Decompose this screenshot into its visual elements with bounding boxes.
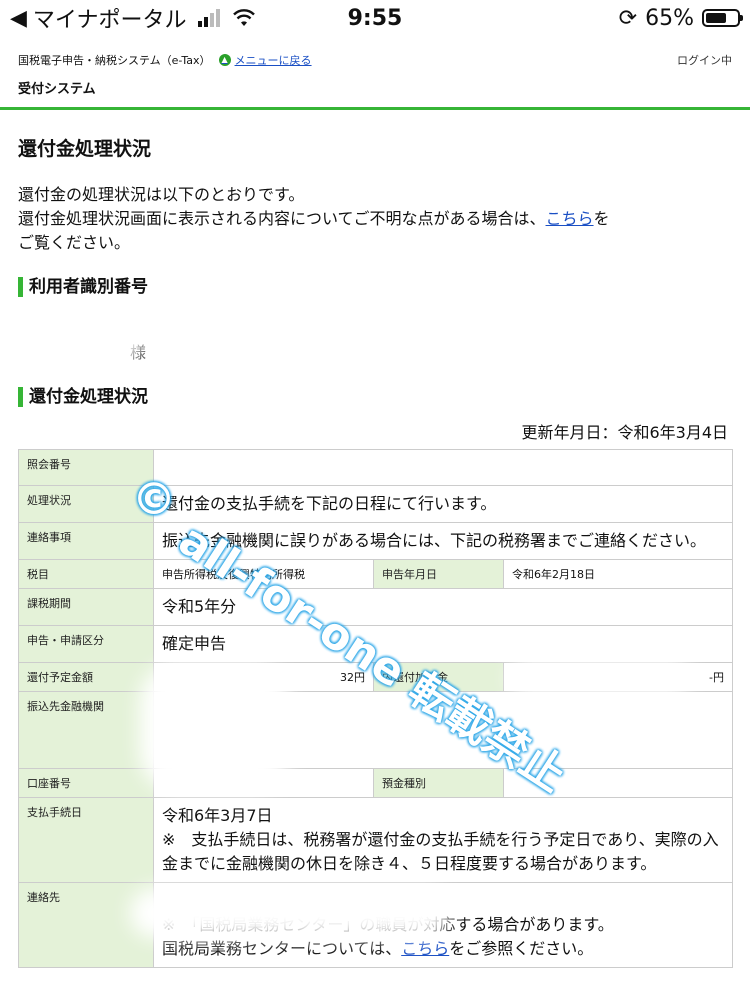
updated-date: 更新年月日：令和6年3月4日 — [521, 423, 728, 442]
table-row: 還付予定金額 32円 内還付加算金 -円 — [18, 662, 734, 692]
ref-no-value — [152, 449, 734, 486]
refund-amount-value: 32円 — [153, 662, 374, 692]
table-row: 照会番号 — [18, 449, 734, 486]
table-row: 連絡事項 振込先金融機関に誤りがある場合には、下記の税務署までご連絡ください。 — [18, 522, 734, 560]
system-full-name: 国税電子申告・納税システム（e-Tax） — [18, 54, 211, 67]
page-title: 還付金処理状況 — [18, 138, 152, 160]
refund-status-heading: 還付金処理状況 — [18, 387, 732, 407]
intro-line-3: ご覧ください。 — [18, 233, 131, 252]
account-no-label: 口座番号 — [18, 768, 154, 798]
status-label: 処理状況 — [18, 485, 154, 523]
account-no-value — [153, 768, 374, 798]
refund-amount-label: 還付予定金額 — [18, 662, 154, 692]
pay-date-value: 令和6年3月7日 ※ 支払手続日は、税務署が還付金の支払手続を行う予定日であり、… — [152, 797, 734, 883]
contact-label: 連絡先 — [18, 882, 154, 968]
notice-label: 連絡事項 — [18, 522, 154, 560]
back-to-app[interactable]: ◀ マイナポータル — [10, 2, 256, 34]
type-value: 確定申告 — [152, 625, 734, 663]
intro-text: 還付金の処理状況は以下のとおりです。 還付金処理状況画面に表示される内容について… — [18, 183, 732, 255]
orientation-lock-icon: ⟳ — [618, 5, 638, 31]
period-value: 令和5年分 — [152, 588, 734, 626]
filing-date-value: 令和6年2月18日 — [502, 559, 734, 589]
table-row: 口座番号 預金種別 — [18, 768, 734, 798]
login-status: ログイン中 — [677, 54, 732, 67]
contact-value: ※ 「国税局業務センター」の職員が対応する場合があります。 国税局業務センターに… — [152, 882, 734, 968]
account-type-label: 預金種別 — [373, 768, 504, 798]
contact-note: ※ 「国税局業務センター」の職員が対応する場合があります。 — [162, 915, 614, 934]
table-row: 支払手続日 令和6年3月7日 ※ 支払手続日は、税務署が還付金の支払手続を行う予… — [18, 797, 734, 883]
wifi-icon — [233, 9, 256, 26]
pay-date: 令和6年3月7日 — [162, 806, 273, 825]
table-row: 連絡先 ※ 「国税局業務センター」の職員が対応する場合があります。 国税局業務セ… — [18, 882, 734, 968]
menu-back-link[interactable]: ▲ メニューに戻る — [218, 52, 312, 68]
main-content: 還付金処理状況 還付金の処理状況は以下のとおりです。 還付金処理状況画面に表示さ… — [0, 134, 750, 968]
up-arrow-icon: ▲ — [218, 54, 231, 66]
tax-item-label: 税目 — [18, 559, 154, 589]
battery-icon — [702, 9, 743, 27]
refund-interest-value: -円 — [502, 662, 734, 692]
notice-value: 振込先金融機関に誤りがある場合には、下記の税務署までご連絡ください。 — [152, 522, 734, 560]
ref-no-label: 照会番号 — [18, 449, 154, 486]
system-name: 受付システム — [18, 82, 96, 97]
site-header: 国税電子申告・納税システム（e-Tax） ▲ メニューに戻る ログイン中 受付シ… — [0, 36, 750, 110]
tax-item-value: 申告所得税及復興特別所得税 — [153, 559, 374, 589]
business-center-link[interactable]: こちら — [401, 939, 449, 958]
back-app-label: マイナポータル — [32, 8, 187, 33]
bank-name: 銀行 — [184, 704, 217, 723]
refund-status-table: 照会番号 処理状況 還付金の支払手続を下記の日程にて行います。 連絡事項 振込先… — [18, 449, 734, 968]
status-bar: ◀ マイナポータル 9:55 ⟳ 65% — [0, 0, 750, 36]
user-name: 様 — [130, 343, 147, 362]
pay-date-note: ※ 支払手続日は、税務署が還付金の支払手続を行う予定日であり、実際の入金までに金… — [162, 830, 719, 873]
table-row: 課税期間 令和5年分 — [18, 588, 734, 626]
help-link[interactable]: こちら — [546, 209, 594, 228]
menu-back-label: メニューに戻る — [234, 54, 312, 67]
table-row: 処理状況 還付金の支払手続を下記の日程にて行います。 — [18, 485, 734, 523]
account-type-value — [502, 768, 734, 798]
refund-interest-label: 内還付加算金 — [373, 662, 504, 692]
table-row: 振込先金融機関 銀行 支店 — [18, 691, 734, 769]
back-arrow-icon: ◀ — [10, 5, 27, 31]
bank-label: 振込先金融機関 — [18, 691, 154, 769]
bank-value: 銀行 支店 — [152, 691, 734, 769]
type-label: 申告・申請区分 — [18, 625, 154, 663]
intro-line-1: 還付金の処理状況は以下のとおりです。 — [18, 185, 305, 204]
branch-name: 支店 — [202, 736, 235, 755]
signal-icon — [198, 9, 221, 27]
contact-note-2: 国税局業務センターについては、こちらをご参照ください。 — [162, 939, 594, 958]
filing-date-label: 申告年月日 — [373, 559, 504, 589]
pay-date-label: 支払手続日 — [18, 797, 154, 883]
user-id-heading: 利用者識別番号 — [18, 277, 732, 297]
status-value: 還付金の支払手続を下記の日程にて行います。 — [152, 485, 734, 523]
table-row: 税目 申告所得税及復興特別所得税 申告年月日 令和6年2月18日 — [18, 559, 734, 589]
intro-line-2: 還付金処理状況画面に表示される内容についてご不明な点がある場合は、こちらを — [18, 209, 610, 228]
period-label: 課税期間 — [18, 588, 154, 626]
battery-percent: 65% — [645, 5, 694, 31]
table-row: 申告・申請区分 確定申告 — [18, 625, 734, 663]
